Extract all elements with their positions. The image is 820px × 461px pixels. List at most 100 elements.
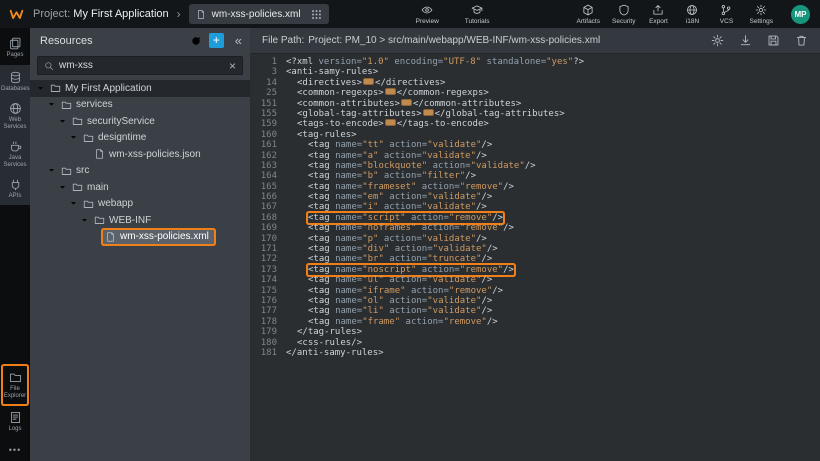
code-token: name= xyxy=(335,296,362,306)
rail-item-file-explorer[interactable]: File Explorer xyxy=(3,366,27,404)
code-line-155[interactable]: 155<global-tag-attributes></global-tag-a… xyxy=(250,109,820,119)
folder-icon xyxy=(50,82,61,94)
preview-button[interactable]: Preview xyxy=(416,4,439,25)
graduation-cap-icon xyxy=(471,4,483,16)
topbar-item-label: Export xyxy=(649,18,668,25)
code-line-174[interactable]: 174<tag name="ul" action="validate"/> xyxy=(250,275,820,285)
code-line-169[interactable]: 169<tag name="noframes" action="remove"/… xyxy=(250,223,820,233)
code-line-160[interactable]: 160<tag-rules> xyxy=(250,130,820,140)
code-line-163[interactable]: 163<tag name="blockquote" action="valida… xyxy=(250,161,820,171)
topbar-export-button[interactable]: Export xyxy=(647,4,669,25)
line-number: 168 xyxy=(250,213,286,223)
code-fold-icon[interactable] xyxy=(385,119,396,126)
save-button[interactable] xyxy=(767,34,780,47)
code-token: <tag xyxy=(308,286,335,296)
code-token: action= xyxy=(406,213,449,223)
code-token: </tags-to-encode> xyxy=(397,119,489,129)
tree-item-wm-xss-policies-xml[interactable]: wm-xss-policies.xml xyxy=(30,229,250,246)
code-token: "remove" xyxy=(460,223,503,233)
code-line-151[interactable]: 151<common-attributes></common-attribute… xyxy=(250,99,820,109)
line-number: 180 xyxy=(250,338,286,348)
topbar-vcs-button[interactable]: VCS xyxy=(715,4,737,25)
code-line-173[interactable]: 173<tag name="noscript" action="remove"/… xyxy=(250,265,820,275)
code-line-170[interactable]: 170<tag name="p" action="validate"/> xyxy=(250,234,820,244)
project-switcher[interactable]: Project: My First Application xyxy=(33,8,169,20)
tree-item-web-inf[interactable]: WEB-INF xyxy=(30,212,250,229)
line-number: 14 xyxy=(250,78,286,88)
code-line-14[interactable]: 14<directives></directives> xyxy=(250,78,820,88)
code-fold-icon[interactable] xyxy=(385,88,396,95)
code-line-172[interactable]: 172<tag name="br" action="truncate"/> xyxy=(250,254,820,264)
code-line-1[interactable]: 1<?xml version="1.0" encoding="UTF-8" st… xyxy=(250,57,820,67)
code-line-159[interactable]: 159<tags-to-encode></tags-to-encode> xyxy=(250,119,820,129)
code-token: name= xyxy=(335,140,362,150)
code-line-176[interactable]: 176<tag name="ol" action="validate"/> xyxy=(250,296,820,306)
tree-item-wm-xss-policies-json[interactable]: wm-xss-policies.json xyxy=(30,146,250,163)
search-input[interactable] xyxy=(59,60,224,71)
code-line-171[interactable]: 171<tag name="div" action="validate"/> xyxy=(250,244,820,254)
tree-item-designtime[interactable]: designtime xyxy=(30,130,250,147)
code-line-164[interactable]: 164<tag name="b" action="filter"/> xyxy=(250,171,820,181)
rail-item-pages[interactable]: Pages xyxy=(0,32,30,63)
delete-button[interactable] xyxy=(795,34,808,47)
file-path-label: File Path: xyxy=(262,35,304,46)
code-line-177[interactable]: 177<tag name="li" action="validate"/> xyxy=(250,306,820,316)
tree-item-my-first-application[interactable]: My First Application xyxy=(30,80,250,97)
tree-item-services[interactable]: services xyxy=(30,97,250,114)
tree-item-securityservice[interactable]: securityService xyxy=(30,113,250,130)
code-line-3[interactable]: 3<anti-samy-rules> xyxy=(250,67,820,77)
code-line-167[interactable]: 167<tag name="i" action="validate"/> xyxy=(250,202,820,212)
line-number: 159 xyxy=(250,119,286,129)
tree-item-src[interactable]: src xyxy=(30,163,250,180)
code-fold-icon[interactable] xyxy=(363,78,374,85)
topbar-security-button[interactable]: Security xyxy=(612,4,635,25)
code-line-181[interactable]: 181</anti-samy-rules> xyxy=(250,348,820,358)
tree-item-main[interactable]: main xyxy=(30,179,250,196)
topbar-settings-button[interactable]: Settings xyxy=(749,4,773,25)
more-menu-button[interactable]: ••• xyxy=(0,437,30,461)
editor-pane: File Path: Project: PM_10 > src/main/web… xyxy=(250,28,820,461)
code-fold-icon[interactable] xyxy=(401,99,412,106)
code-line-25[interactable]: 25<common-regexps></common-regexps> xyxy=(250,88,820,98)
code-line-161[interactable]: 161<tag name="tt" action="validate"/> xyxy=(250,140,820,150)
settings-button[interactable] xyxy=(711,34,724,47)
rail-item-java-services[interactable]: Java Services xyxy=(0,135,30,173)
line-number: 173 xyxy=(250,265,286,275)
tree-item-chip: main xyxy=(70,180,114,194)
code-line-162[interactable]: 162<tag name="a" action="validate"/> xyxy=(250,151,820,161)
clear-search-icon[interactable]: × xyxy=(229,60,236,72)
api-icon xyxy=(9,178,22,191)
folder-icon xyxy=(61,99,72,111)
code-line-165[interactable]: 165<tag name="frameset" action="remove"/… xyxy=(250,182,820,192)
collapse-panel-button[interactable]: « xyxy=(235,34,242,47)
folder-icon xyxy=(61,165,72,177)
code-line-180[interactable]: 180<css-rules/> xyxy=(250,338,820,348)
code-line-166[interactable]: 166<tag name="em" action="validate"/> xyxy=(250,192,820,202)
tab-wm-xss-policies[interactable]: wm-xss-policies.xml xyxy=(189,4,329,24)
code-line-175[interactable]: 175<tag name="iframe" action="remove"/> xyxy=(250,286,820,296)
avatar[interactable]: MP xyxy=(791,5,810,24)
download-button[interactable] xyxy=(739,34,752,47)
refresh-icon[interactable] xyxy=(190,35,202,47)
rail-item-web-services[interactable]: Web Services xyxy=(0,97,30,135)
code-line-179[interactable]: 179</tag-rules> xyxy=(250,327,820,337)
tree-item-webapp[interactable]: webapp xyxy=(30,196,250,213)
grid-icon[interactable] xyxy=(311,9,322,20)
code-editor[interactable]: 1<?xml version="1.0" encoding="UTF-8" st… xyxy=(250,54,820,461)
tutorials-button[interactable]: Tutorials xyxy=(465,4,490,25)
code-token: name= xyxy=(335,317,362,327)
line-number: 163 xyxy=(250,161,286,171)
rail-item-logs[interactable]: Logs xyxy=(0,406,30,437)
add-resource-button[interactable]: + xyxy=(209,33,224,48)
code-token: </common-regexps> xyxy=(397,88,489,98)
rail-item-apis[interactable]: APIs xyxy=(0,173,30,204)
code-line-178[interactable]: 178<tag name="frame" action="remove"/> xyxy=(250,317,820,327)
tree-item-chip: wm-xss-policies.json xyxy=(92,147,206,161)
rail-item-databases[interactable]: Databases xyxy=(0,66,30,97)
code-line-168[interactable]: 168<tag name="script" action="remove"/> xyxy=(250,213,820,223)
topbar-i18n-button[interactable]: i18N xyxy=(681,4,703,25)
code-token: "remove" xyxy=(449,213,492,223)
code-token: </tag-rules> xyxy=(297,327,362,337)
topbar-artifacts-button[interactable]: Artifacts xyxy=(577,4,600,25)
code-fold-icon[interactable] xyxy=(423,109,434,116)
